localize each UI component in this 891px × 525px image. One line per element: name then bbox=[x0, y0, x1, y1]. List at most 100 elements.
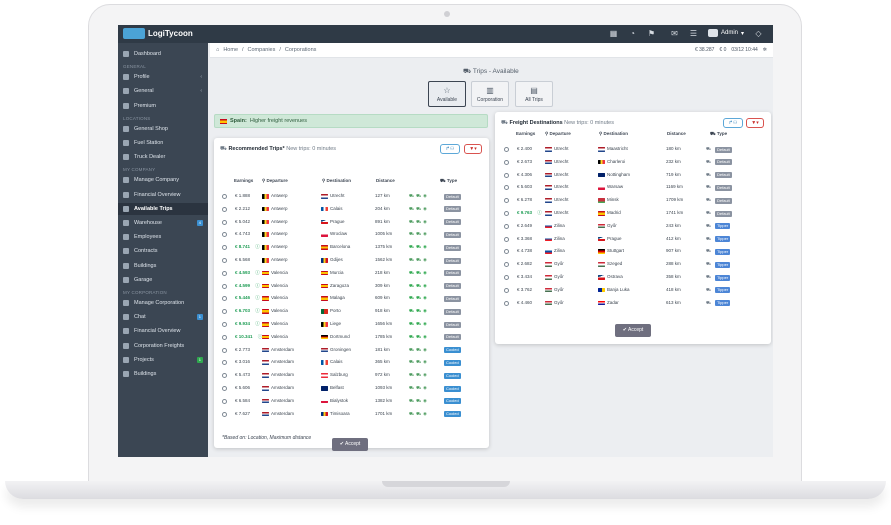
filter-button[interactable]: ▼▾ bbox=[464, 144, 482, 154]
logo[interactable]: LogiTycoon bbox=[123, 28, 193, 39]
flag-icon[interactable]: ⚑ bbox=[647, 29, 656, 38]
breadcrumb-corporations[interactable]: Corporations bbox=[285, 47, 317, 53]
select-radio[interactable] bbox=[504, 198, 509, 204]
table-row[interactable]: € 4.743 Antwerp Wroclaw 1005 km ⛟ ⛟ ◉ Default bbox=[214, 228, 489, 241]
select-radio[interactable] bbox=[504, 159, 509, 165]
table-row[interactable]: € 2.400 Utrecht Maastricht 180 km ⛟ Default bbox=[495, 143, 771, 156]
tab-all-trips[interactable]: ▤ All Trips bbox=[515, 81, 553, 107]
accept-button[interactable]: ✔ Accept bbox=[332, 438, 368, 451]
select-radio[interactable] bbox=[504, 275, 509, 280]
select-radio[interactable] bbox=[222, 347, 227, 353]
tab-available[interactable]: ☆ Available bbox=[428, 81, 466, 107]
table-row[interactable]: € 5.042 Antwerp Prague 891 km ⛟ ⛟ ◉ Default bbox=[214, 216, 489, 229]
sidebar-item[interactable]: Garage bbox=[118, 274, 208, 286]
sidebar-item[interactable]: General Shop bbox=[118, 123, 208, 135]
table-row[interactable]: € 9.934 ⓘ Valencia Liege 1656 km ⛟ ⛟ ◉ Default bbox=[214, 318, 489, 331]
select-radio[interactable] bbox=[222, 398, 227, 404]
sidebar-item[interactable]: Corporation Freights bbox=[118, 340, 208, 352]
table-row[interactable]: € 7.627 Amsterdam Timisoara 1701 km ⛟ ⛟ ◉ Coo… bbox=[214, 408, 489, 421]
select-radio[interactable] bbox=[222, 270, 227, 276]
breadcrumb-companies[interactable]: Companies bbox=[248, 47, 276, 53]
select-radio[interactable] bbox=[222, 322, 227, 327]
table-row[interactable]: € 2.673 Utrecht Charleroi 232 km ⛟ Default bbox=[495, 156, 771, 169]
table-row[interactable]: € 4.738 Zilina Stuttgart 907 km ⛟ Tipper bbox=[495, 245, 771, 258]
select-radio[interactable] bbox=[504, 223, 509, 229]
calculator-icon[interactable]: ▦ bbox=[609, 29, 618, 38]
accept-button[interactable]: ✔ Accept bbox=[615, 324, 651, 337]
select-radio[interactable] bbox=[504, 185, 509, 191]
table-row[interactable]: € 6.568 Antwerp Gdijes 1562 km ⛟ ⛟ ◉ Default bbox=[214, 254, 489, 267]
filter-button[interactable]: ▼▾ bbox=[746, 118, 764, 128]
select-radio[interactable] bbox=[222, 283, 227, 289]
breadcrumb-home[interactable]: Home bbox=[223, 47, 238, 53]
select-radio[interactable] bbox=[504, 236, 509, 242]
table-row[interactable]: € 5.473 Amsterdam Salzburg 972 km ⛟ ⛟ ◉ Coole… bbox=[214, 369, 489, 382]
bell-icon[interactable]: ◔ bbox=[628, 29, 637, 38]
table-row[interactable]: € 5.446 ⓘ Valencia Malaga 609 km ⛟ ⛟ ◉ Default bbox=[214, 292, 489, 305]
gear-icon[interactable]: ✲ bbox=[763, 47, 767, 53]
table-row[interactable]: € 8.741 ⓘ Antwerp Barcelona 1375 km ⛟ ⛟ ◉ Defa… bbox=[214, 241, 489, 254]
table-row[interactable]: € 6.584 Amsterdam Bialystok 1382 km ⛟ ⛟ ◉ Coo… bbox=[214, 395, 489, 408]
select-radio[interactable] bbox=[222, 206, 227, 212]
sidebar-item[interactable]: Manage Company bbox=[118, 174, 208, 186]
table-row[interactable]: € 3.434 Győr Ostrava 358 km ⛟ Tipper bbox=[495, 271, 771, 284]
select-radio[interactable] bbox=[222, 258, 227, 263]
table-row[interactable]: € 3.762 Győr Banja Luka 418 km ⛟ Tipper bbox=[495, 284, 771, 297]
select-radio[interactable] bbox=[504, 249, 509, 255]
select-radio[interactable] bbox=[222, 386, 227, 391]
table-row[interactable]: € 1.888 Antwerp Utrecht 127 km ⛟ ⛟ ◉ Default bbox=[214, 190, 489, 203]
list-icon[interactable]: ☰ bbox=[689, 29, 698, 38]
sidebar-item[interactable]: Chat 1 bbox=[118, 311, 208, 323]
table-row[interactable]: € 2.649 Zilina Győr 243 km ⛟ Tipper bbox=[495, 220, 771, 233]
table-row[interactable]: € 4.599 ⓘ Valencia Zaragoza 309 km ⛟ ⛟ ◉ Defau… bbox=[214, 280, 489, 293]
sidebar-item[interactable]: Available Trips bbox=[118, 202, 208, 215]
table-row[interactable]: € 3.368 Zilina Prague 412 km ⛟ Tipper bbox=[495, 233, 771, 246]
select-radio[interactable] bbox=[222, 245, 227, 251]
share-button[interactable]: ↱⚇ bbox=[440, 144, 460, 154]
table-row[interactable]: € 2.212 Antwerp Calais 204 km ⛟ ⛟ ◉ Default bbox=[214, 203, 489, 216]
sidebar-item[interactable]: Employees bbox=[118, 231, 208, 243]
select-radio[interactable] bbox=[504, 147, 509, 152]
select-radio[interactable] bbox=[222, 411, 227, 417]
select-radio[interactable] bbox=[504, 300, 509, 306]
sidebar-item[interactable]: Buildings bbox=[118, 260, 208, 272]
table-row[interactable]: € 6.278 Utrecht Minsk 1709 km ⛟ Default bbox=[495, 194, 771, 207]
table-row[interactable]: € 6.703 ⓘ Valencia Porto 918 km ⛟ ⛟ ◉ Default bbox=[214, 305, 489, 318]
message-icon[interactable]: ✉ bbox=[670, 29, 679, 38]
select-radio[interactable] bbox=[504, 287, 509, 293]
sidebar-item[interactable]: Premium bbox=[118, 100, 208, 112]
sidebar-item[interactable]: Manage Corporation bbox=[118, 297, 208, 309]
select-radio[interactable] bbox=[222, 296, 227, 302]
sidebar-item[interactable]: General ‹ bbox=[118, 85, 208, 97]
table-row[interactable]: € 4.460 Győr Zadar 613 km ⛟ Tipper bbox=[495, 297, 771, 310]
sidebar-item[interactable]: Fuel Station bbox=[118, 137, 208, 149]
select-radio[interactable] bbox=[504, 172, 509, 178]
table-row[interactable]: € 2.773 Amsterdam Groningen 181 km ⛟ ⛟ ◉ Cool… bbox=[214, 344, 489, 357]
sidebar-item[interactable]: Buildings bbox=[118, 368, 208, 380]
sidebar-item[interactable]: Financial Overview bbox=[118, 325, 208, 337]
sidebar-item[interactable]: Warehouse 4 bbox=[118, 217, 208, 229]
share-button[interactable]: ↱⚇ bbox=[723, 118, 743, 128]
table-row[interactable]: € 4.306 Utrecht Nottingham 719 km ⛟ Default bbox=[495, 169, 771, 182]
sidebar-item[interactable]: Truck Dealer bbox=[118, 151, 208, 163]
sidebar-item[interactable]: Financial Overview bbox=[118, 189, 208, 201]
select-radio[interactable] bbox=[222, 219, 227, 225]
admin-menu[interactable]: Admin ▾ bbox=[708, 29, 744, 37]
table-row[interactable]: € 3.016 Amsterdam Calais 365 km ⛟ ⛟ ◉ Cooled bbox=[214, 356, 489, 369]
diamond-icon[interactable]: ◇ bbox=[754, 29, 763, 38]
select-radio[interactable] bbox=[504, 211, 509, 216]
table-row[interactable]: € 4.593 ⓘ Valencia Murcia 218 km ⛟ ⛟ ◉ Default bbox=[214, 267, 489, 280]
select-radio[interactable] bbox=[222, 334, 227, 340]
select-radio[interactable] bbox=[504, 262, 509, 268]
table-row[interactable]: € 10.341 ⓘ Valencia Dortmund 1785 km ⛟ ⛟ ◉ Def… bbox=[214, 331, 489, 344]
sidebar-item[interactable]: Profile ‹ bbox=[118, 71, 208, 83]
select-radio[interactable] bbox=[222, 309, 227, 315]
table-row[interactable]: € 5.606 Amsterdam Belfast 1093 km ⛟ ⛟ ◉ Coole… bbox=[214, 382, 489, 395]
sidebar-item[interactable]: Projects 1 bbox=[118, 354, 208, 366]
table-row[interactable]: € 5.603 Utrecht Warsaw 1169 km ⛟ Default bbox=[495, 181, 771, 194]
select-radio[interactable] bbox=[222, 373, 227, 379]
table-row[interactable]: € 2.682 Győr Szeged 288 km ⛟ Tipper bbox=[495, 258, 771, 271]
select-radio[interactable] bbox=[222, 232, 227, 238]
table-row[interactable]: € 9.763 ⓘ Utrecht Madrid 1741 km ⛟ Default bbox=[495, 207, 771, 220]
select-radio[interactable] bbox=[222, 194, 227, 199]
